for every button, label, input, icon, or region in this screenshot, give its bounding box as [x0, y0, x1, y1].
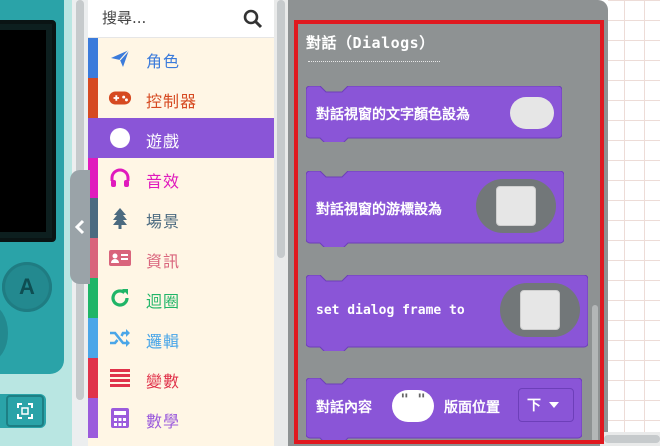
dialog-cursor-block[interactable]: 對話視窗的游標設為 [306, 171, 564, 247]
dialog-text-color-block[interactable]: 對話視窗的文字顏色設為 [306, 86, 562, 142]
category-label: 音效 [146, 172, 181, 191]
category-label: 數學 [146, 412, 181, 431]
color-picker-field[interactable] [510, 97, 554, 129]
block-label: 對話視窗的游標設為 [316, 202, 442, 218]
category-label: 迴圈 [146, 292, 181, 311]
block-label: set dialog frame to [316, 303, 465, 318]
category-label: 邏輯 [146, 332, 181, 351]
dialog-show-text-block[interactable]: 對話內容 " " 版面位置 下 [306, 378, 582, 442]
toolbox-scrollbar[interactable] [274, 0, 288, 446]
category-color-bar [88, 278, 98, 318]
refresh-icon [108, 286, 132, 310]
fullscreen-button[interactable] [6, 395, 44, 427]
search-input[interactable] [102, 6, 242, 30]
toolbox: 角色控制器遊戲音效場景資訊迴圈邏輯變數數學 [88, 0, 274, 446]
set-dialog-frame-block[interactable]: set dialog frame to [306, 275, 588, 351]
gamepad-icon [108, 86, 132, 110]
workspace-canvas[interactable] [608, 0, 660, 446]
category-label: 場景 [146, 212, 181, 231]
category-item[interactable]: 遊戲 [88, 118, 274, 158]
chevron-left-icon [74, 219, 85, 235]
a-button[interactable]: A [2, 262, 52, 312]
category-label: 控制器 [146, 92, 198, 111]
calculator-icon [108, 406, 132, 430]
flyout-category-title: 對話（Dialogs） [306, 34, 435, 52]
category-label: 變數 [146, 372, 181, 391]
category-label: 遊戲 [146, 132, 181, 151]
category-item[interactable]: 音效 [88, 158, 274, 198]
headphones-icon [108, 166, 132, 190]
position-label: 版面位置 [444, 400, 500, 416]
list-icon [108, 366, 132, 390]
category-color-bar [88, 358, 98, 398]
circle-icon [108, 126, 132, 150]
title-underline [308, 61, 440, 62]
string-input-field[interactable]: " " [392, 390, 434, 422]
category-color-bar [88, 398, 98, 438]
category-item[interactable]: 資訊 [88, 238, 274, 278]
fullscreen-icon [17, 403, 33, 419]
category-label: 角色 [146, 52, 181, 71]
category-item[interactable]: 控制器 [88, 78, 274, 118]
game-screen[interactable] [0, 20, 56, 242]
shuffle-icon [108, 326, 132, 350]
workspace-scrollbar[interactable] [600, 432, 660, 446]
caret-down-icon [549, 402, 559, 408]
collapse-simulator-button[interactable] [70, 170, 90, 284]
position-dropdown[interactable]: 下 [518, 388, 574, 422]
image-picker-field[interactable] [496, 186, 536, 226]
image-picker-field[interactable] [520, 290, 560, 330]
block-label: 對話內容 [316, 400, 372, 416]
category-color-bar [88, 118, 98, 158]
category-item[interactable]: 數學 [88, 398, 274, 438]
category-color-bar [88, 38, 98, 78]
category-color-bar [88, 318, 98, 358]
category-item[interactable]: 變數 [88, 358, 274, 398]
simulator-panel: A [0, 0, 72, 446]
tree-icon [108, 206, 132, 230]
category-label: 資訊 [146, 252, 181, 271]
toolbox-search [88, 0, 274, 38]
search-icon[interactable] [242, 8, 264, 30]
category-item[interactable]: 迴圈 [88, 278, 274, 318]
id-card-icon [108, 246, 132, 270]
category-item[interactable]: 邏輯 [88, 318, 274, 358]
flyout-scrollbar[interactable] [592, 305, 598, 443]
category-item[interactable]: 場景 [88, 198, 274, 238]
category-item[interactable]: 角色 [88, 38, 274, 78]
paper-plane-icon [108, 46, 132, 70]
block-label: 對話視窗的文字顏色設為 [316, 107, 470, 123]
category-color-bar [88, 78, 98, 118]
